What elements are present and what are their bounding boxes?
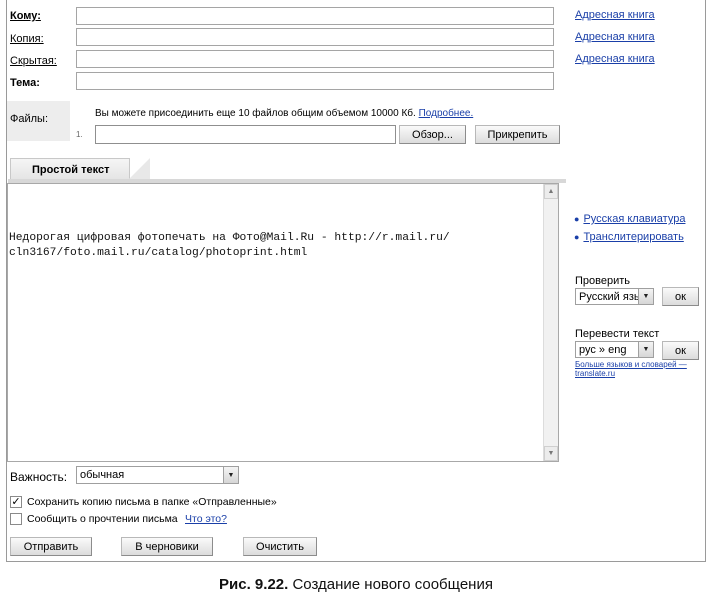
subject-label: Тема: bbox=[10, 77, 40, 89]
arrow-down-icon[interactable]: ▼ bbox=[544, 446, 558, 461]
send-button[interactable]: Отправить bbox=[10, 537, 92, 556]
save-draft-button[interactable]: В черновики bbox=[121, 537, 213, 556]
tab-plain-text[interactable]: Простой текст bbox=[10, 158, 130, 180]
message-body-line-2: cln3167/foto.mail.ru/catalog/photoprint.… bbox=[9, 247, 308, 259]
what-is-it-link[interactable]: Что это? bbox=[185, 513, 227, 525]
files-info: Вы можете присоединить еще 10 файлов общ… bbox=[95, 108, 473, 119]
files-label: Файлы: bbox=[10, 113, 49, 125]
transliterate-link[interactable]: ● Транслитерировать bbox=[574, 231, 684, 243]
more-dictionaries-line-1: Больше языков и словарей — bbox=[575, 360, 687, 369]
files-more-link[interactable]: Подробнее. bbox=[419, 108, 474, 119]
russian-keyboard-label: Русская клавиатура bbox=[583, 213, 686, 225]
bullet-icon: ● bbox=[574, 214, 580, 224]
message-body-editor[interactable]: Недорогая цифровая фотопечать на Фото@Ma… bbox=[7, 183, 559, 462]
translate-direction-select[interactable]: рус » eng ▼ bbox=[575, 341, 654, 358]
browse-button[interactable]: Обзор... bbox=[399, 125, 466, 144]
to-label[interactable]: Кому: bbox=[10, 10, 41, 22]
tab-plain-text-label: Простой текст bbox=[32, 163, 110, 176]
to-field[interactable] bbox=[76, 7, 554, 25]
figure-title: Создание нового сообщения bbox=[288, 576, 493, 593]
editor-scrollbar[interactable]: ▲ ▼ bbox=[543, 184, 558, 461]
russian-keyboard-link[interactable]: ● Русская клавиатура bbox=[574, 213, 685, 225]
file-path-input[interactable] bbox=[95, 125, 396, 144]
cc-field[interactable] bbox=[76, 28, 554, 46]
spellcheck-language-select[interactable]: Русский язык ▼ bbox=[575, 288, 654, 305]
subject-field[interactable] bbox=[76, 72, 554, 90]
file-row-number: 1. bbox=[76, 130, 83, 139]
figure-caption: Рис. 9.22. Создание нового сообщения bbox=[0, 576, 712, 593]
importance-select[interactable]: обычная ▼ bbox=[76, 466, 239, 484]
cc-label[interactable]: Копия: bbox=[10, 33, 44, 45]
bullet-icon: ● bbox=[574, 232, 580, 242]
spellcheck-language-value: Русский язык bbox=[579, 290, 647, 303]
translate-label: Перевести текст bbox=[575, 328, 660, 340]
chevron-down-icon: ▼ bbox=[223, 467, 238, 483]
more-dictionaries-link[interactable]: Больше языков и словарей — translate.ru bbox=[575, 360, 687, 378]
translate-direction-value: рус » eng bbox=[579, 343, 627, 356]
transliterate-label: Транслитерировать bbox=[583, 231, 684, 243]
check-icon: ✓ bbox=[11, 496, 21, 508]
spellcheck-label: Проверить bbox=[575, 275, 631, 287]
address-book-link-to[interactable]: Адресная книга bbox=[575, 9, 655, 21]
message-body-line-1: Недорогая цифровая фотопечать на Фото@Ma… bbox=[9, 232, 450, 244]
clear-button[interactable]: Очистить bbox=[243, 537, 317, 556]
figure-number: Рис. 9.22. bbox=[219, 576, 289, 593]
tab-slant bbox=[128, 158, 150, 180]
files-info-text: Вы можете присоединить еще 10 файлов общ… bbox=[95, 108, 416, 119]
save-copy-label[interactable]: Сохранить копию письма в папке «Отправле… bbox=[27, 496, 277, 508]
address-book-link-bcc[interactable]: Адресная книга bbox=[575, 53, 655, 65]
chevron-down-icon: ▼ bbox=[638, 289, 653, 304]
attach-button[interactable]: Прикрепить bbox=[475, 125, 560, 144]
save-copy-checkbox[interactable]: ✓ bbox=[10, 496, 22, 508]
read-receipt-checkbox[interactable] bbox=[10, 513, 22, 525]
chevron-down-icon: ▼ bbox=[638, 342, 653, 357]
bcc-label[interactable]: Скрытая: bbox=[10, 55, 57, 67]
address-book-link-cc[interactable]: Адресная книга bbox=[575, 31, 655, 43]
translate-ok-button[interactable]: ок bbox=[662, 341, 699, 360]
spellcheck-ok-button[interactable]: ок bbox=[662, 287, 699, 306]
more-dictionaries-line-2: translate.ru bbox=[575, 369, 616, 378]
bcc-field[interactable] bbox=[76, 50, 554, 68]
importance-value: обычная bbox=[80, 469, 125, 481]
importance-label: Важность: bbox=[10, 470, 68, 484]
read-receipt-label[interactable]: Сообщить о прочтении письма bbox=[27, 513, 178, 525]
arrow-up-icon[interactable]: ▲ bbox=[544, 184, 558, 199]
message-body-text[interactable]: Недорогая цифровая фотопечать на Фото@Ma… bbox=[9, 231, 539, 261]
